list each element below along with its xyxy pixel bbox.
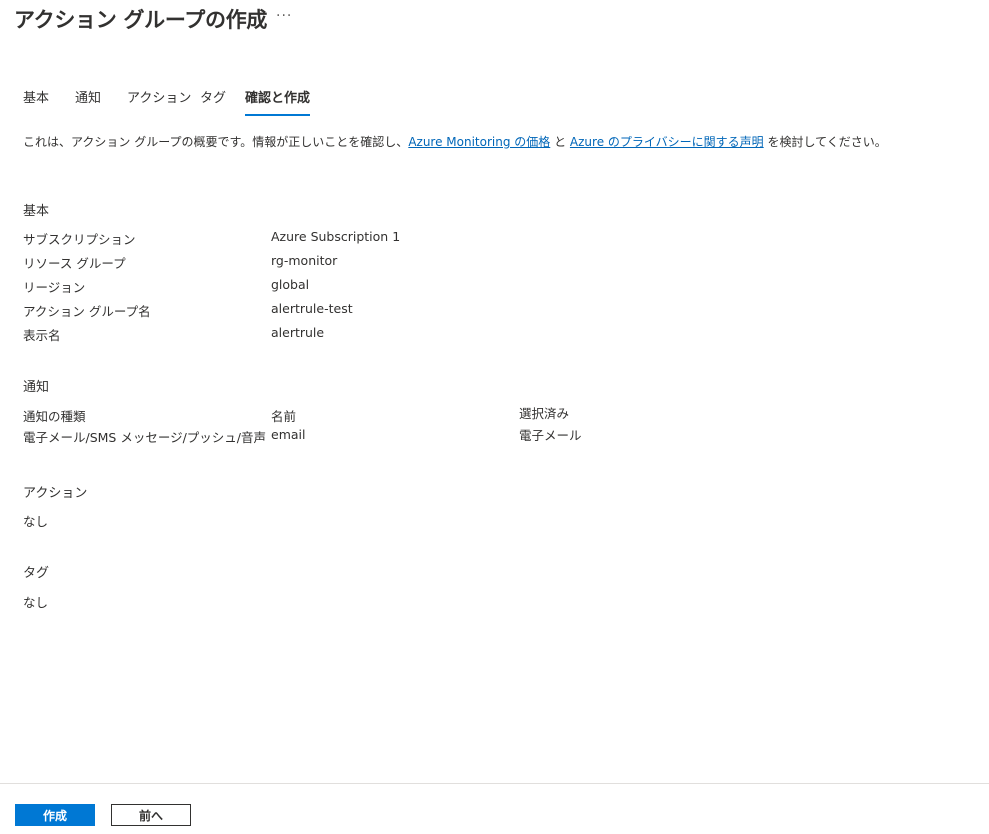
resource-group-value: rg-monitor — [271, 253, 338, 268]
resource-group-label: リソース グループ — [23, 256, 126, 271]
notifications-heading: 通知 — [23, 380, 50, 395]
notification-selected-value: 電子メール — [519, 428, 582, 443]
create-button[interactable]: 作成 — [15, 804, 95, 826]
footer-divider — [0, 783, 989, 784]
pricing-link[interactable]: Azure Monitoring の価格 — [408, 135, 550, 149]
region-label: リージョン — [23, 280, 86, 295]
privacy-link[interactable]: Azure のプライバシーに関する声明 — [570, 135, 764, 149]
subscription-label: サブスクリプション — [23, 232, 136, 247]
basics-heading: 基本 — [23, 204, 50, 219]
actions-heading: アクション — [23, 486, 88, 501]
tab-actions[interactable]: アクション — [127, 90, 191, 114]
tags-value: なし — [23, 595, 49, 610]
subscription-value: Azure Subscription 1 — [271, 229, 401, 244]
display-name-label: 表示名 — [23, 328, 61, 343]
intro-middle: と — [550, 135, 570, 149]
region-value: global — [271, 277, 310, 292]
page-title: アクション グループの作成 — [14, 8, 268, 32]
tab-tags[interactable]: タグ — [200, 90, 226, 114]
notification-selected-header: 選択済み — [519, 406, 570, 421]
more-options-icon[interactable]: ··· — [276, 8, 292, 24]
display-name-value: alertrule — [271, 325, 325, 340]
tab-basics[interactable]: 基本 — [23, 90, 49, 114]
intro-text: これは、アクション グループの概要です。情報が正しいことを確認し、Azure M… — [23, 133, 887, 150]
tags-heading: タグ — [23, 566, 50, 581]
intro-after: を検討してください。 — [763, 135, 887, 149]
action-group-name-value: alertrule-test — [271, 301, 353, 316]
notification-name-value: email — [271, 427, 306, 442]
previous-button[interactable]: 前へ — [111, 804, 191, 826]
tab-notifications[interactable]: 通知 — [75, 90, 101, 114]
tab-review-create[interactable]: 確認と作成 — [245, 90, 311, 116]
notification-type-value: 電子メール/SMS メッセージ/プッシュ/音声 — [23, 430, 267, 445]
action-group-name-label: アクション グループ名 — [23, 304, 151, 319]
notification-name-header: 名前 — [271, 409, 297, 424]
actions-value: なし — [23, 514, 49, 529]
notification-type-header: 通知の種類 — [23, 409, 86, 424]
intro-before: これは、アクション グループの概要です。情報が正しいことを確認し、 — [23, 135, 409, 149]
